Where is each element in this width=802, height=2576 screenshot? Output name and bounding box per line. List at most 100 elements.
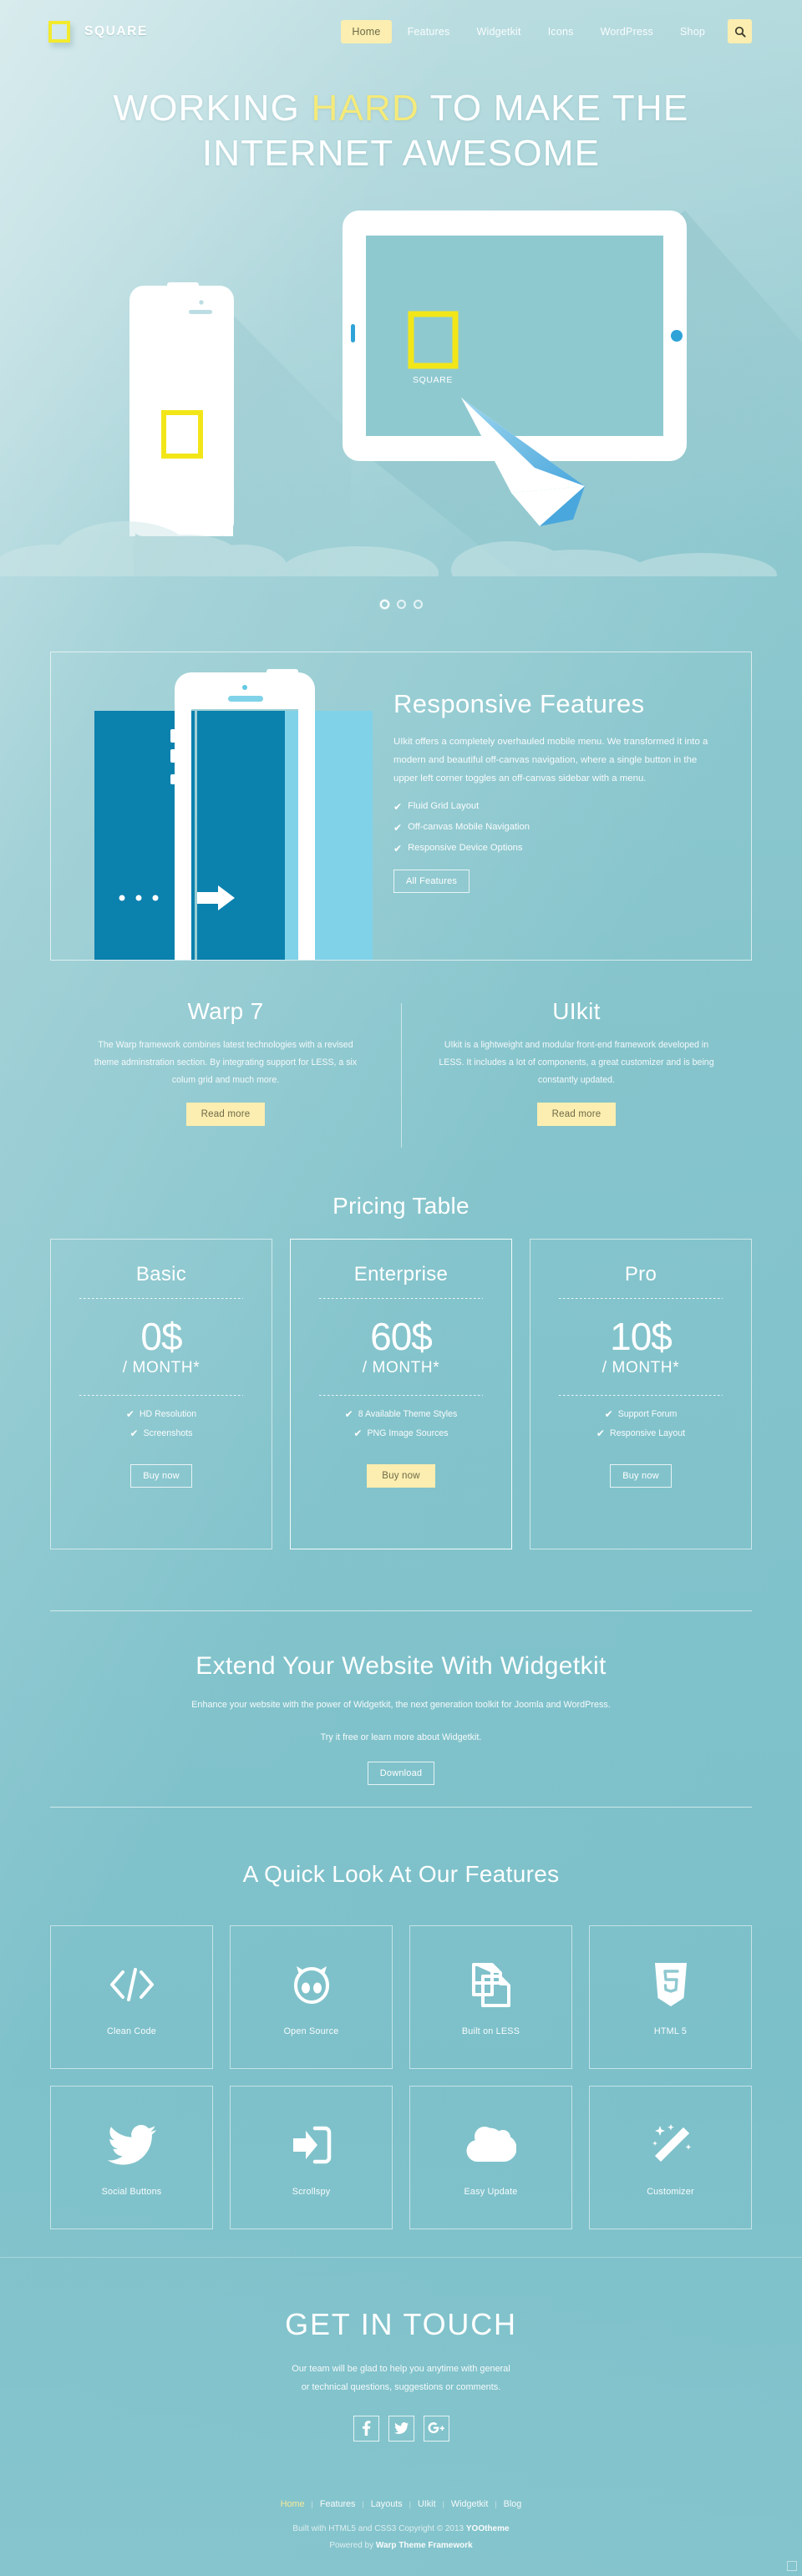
google-plus-icon xyxy=(428,2422,444,2434)
nav-item-shop[interactable]: Shop xyxy=(669,20,716,43)
responsive-feature-list: ✔ Fluid Grid Layout ✔ Off-canvas Mobile Na… xyxy=(393,800,718,854)
nav-item-wordpress[interactable]: WordPress xyxy=(590,20,664,43)
brand-name: SQUARE xyxy=(84,23,148,38)
buy-now-button-basic[interactable]: Buy now xyxy=(130,1463,192,1488)
pricing-table-title: Pricing Table xyxy=(332,1193,470,1219)
social-buttons xyxy=(0,2415,802,2442)
feature-label: Customizer xyxy=(647,2187,694,2197)
hero-line1-b: TO MAKE THE xyxy=(419,88,689,129)
two-column-section: Warp 7 The Warp framework combines lates… xyxy=(50,998,752,1153)
feature-label: Social Buttons xyxy=(101,2187,162,2197)
pricing-plan-basic: Basic 0$ / MONTH* ✔ HD Resolution ✔ Screen… xyxy=(50,1239,272,1549)
widgetkit-cta-section: Extend Your Website With Widgetkit Enhan… xyxy=(0,1652,802,1786)
check-icon: ✔ xyxy=(393,842,403,854)
list-item: ✔ Responsive Layout xyxy=(596,1428,685,1438)
nav-item-features[interactable]: Features xyxy=(397,20,461,43)
page-corner-marker xyxy=(787,2561,797,2571)
slider-dot-1[interactable] xyxy=(379,600,389,609)
plan-price: 10$ xyxy=(610,1315,673,1358)
responsive-features-panel: Responsive Features UIkit offers a compl… xyxy=(50,652,752,961)
get-in-touch-section: GET IN TOUCH Our team will be glad to he… xyxy=(0,2307,802,2442)
list-item: ✔ Off-canvas Mobile Navigation xyxy=(393,821,718,834)
feature-label: Responsive Layout xyxy=(609,1427,686,1438)
widgetkit-cta-line1: Enhance your website with the power of W… xyxy=(191,1700,611,1710)
feature-cell-social-buttons[interactable]: Social Buttons xyxy=(50,2086,213,2229)
plan-price: 60$ xyxy=(370,1315,433,1358)
pricing-table: Basic 0$ / MONTH* ✔ HD Resolution ✔ Screen… xyxy=(50,1239,752,1549)
feature-cell-scrollspy[interactable]: Scrollspy xyxy=(230,2086,393,2229)
twitter-button[interactable] xyxy=(388,2415,414,2442)
twitter-bird-icon xyxy=(107,2118,156,2172)
responsive-title: Responsive Features xyxy=(393,689,645,718)
all-features-button[interactable]: All Features xyxy=(393,869,470,893)
footer-link-layouts[interactable]: Layouts xyxy=(371,2499,403,2509)
divider-below-widgetkit xyxy=(50,1807,752,1808)
hero-slider-dots xyxy=(0,600,802,609)
check-icon: ✔ xyxy=(393,800,403,813)
check-icon: ✔ xyxy=(596,1427,605,1439)
cloud-icon xyxy=(466,2118,516,2172)
plan-divider-bottom xyxy=(559,1394,723,1396)
nav-item-home[interactable]: Home xyxy=(341,19,392,43)
hero-line1-accent: HARD xyxy=(311,88,419,129)
uikit-text: UIkit is a lightweight and modular front… xyxy=(439,1040,714,1086)
facebook-button[interactable] xyxy=(353,2415,379,2442)
list-item: ✔ Fluid Grid Layout xyxy=(393,800,718,813)
footer-link-home[interactable]: Home xyxy=(281,2499,305,2509)
hero-phone: SQUARE xyxy=(129,282,234,536)
list-item: ✔ 8 Available Theme Styles xyxy=(345,1409,458,1419)
footer-separator: | xyxy=(311,2500,313,2508)
list-item: ✔ Screenshots xyxy=(126,1428,196,1438)
plan-divider-bottom xyxy=(79,1394,243,1396)
footer-link-widgetkit[interactable]: Widgetkit xyxy=(451,2499,488,2509)
responsive-paragraph: UIkit offers a completely overhauled mob… xyxy=(393,737,708,784)
buy-now-button-pro[interactable]: Buy now xyxy=(610,1463,672,1488)
footer-link-features[interactable]: Features xyxy=(320,2499,356,2509)
brand-logo[interactable]: SQUARE xyxy=(48,20,148,43)
widgetkit-cta-line2: Try it free or learn more about Widgetki… xyxy=(320,1732,482,1743)
search-button[interactable] xyxy=(728,19,752,43)
plan-period: / MONTH* xyxy=(362,1358,440,1377)
feature-label: Support Forum xyxy=(617,1408,678,1419)
search-icon xyxy=(734,26,746,38)
warp7-read-more-button[interactable]: Read more xyxy=(185,1102,266,1126)
plan-feature-list: ✔ HD Resolution ✔ Screenshots xyxy=(126,1409,196,1448)
uikit-read-more-button[interactable]: Read more xyxy=(536,1102,617,1126)
plan-name: Basic xyxy=(135,1263,187,1285)
get-in-touch-line2: or technical questions, suggestions or c… xyxy=(301,2381,501,2392)
feature-cell-easy-update[interactable]: Easy Update xyxy=(409,2086,572,2229)
google-plus-button[interactable] xyxy=(423,2415,449,2442)
feature-label: PNG Image Sources xyxy=(367,1427,449,1438)
warp7-text: The Warp framework combines latest techn… xyxy=(94,1040,358,1086)
footer-link-uikit[interactable]: UIkit xyxy=(418,2499,436,2509)
plan-divider-top xyxy=(79,1298,243,1299)
download-button[interactable]: Download xyxy=(367,1762,435,1786)
slider-dot-2[interactable] xyxy=(396,600,406,609)
plan-divider-bottom xyxy=(319,1394,483,1396)
feature-cell-built-on-less[interactable]: Built on LESS xyxy=(409,1925,572,2069)
feature-cell-customizer[interactable]: Customizer xyxy=(589,2086,752,2229)
site-header: SQUARE Home Features Widgetkit Icons Wor… xyxy=(0,0,802,63)
feature-label: Fluid Grid Layout xyxy=(408,801,480,812)
arrow-into-box-icon xyxy=(290,2118,333,2172)
check-icon: ✔ xyxy=(344,1407,353,1420)
slider-dot-3[interactable] xyxy=(413,600,423,609)
feature-label: Responsive Device Options xyxy=(408,843,523,854)
check-icon: ✔ xyxy=(129,1427,139,1439)
column-uikit: UIkit UIkit is a lightweight and modular… xyxy=(401,998,752,1153)
footer-copyright: Built with HTML5 and CSS3 Copyright © 20… xyxy=(0,2521,802,2553)
hero-tablet: SQUARE xyxy=(343,210,687,461)
check-icon: ✔ xyxy=(393,821,403,834)
nav-item-widgetkit[interactable]: Widgetkit xyxy=(466,20,532,43)
nav-item-icons[interactable]: Icons xyxy=(537,20,585,43)
feature-cell-html5[interactable]: HTML 5 xyxy=(589,1925,752,2069)
widgetkit-cta-title: Extend Your Website With Widgetkit xyxy=(195,1652,607,1680)
buy-now-button-enterprise[interactable]: Buy now xyxy=(367,1463,435,1488)
feature-cell-clean-code[interactable]: Clean Code xyxy=(50,1925,213,2069)
feature-label: Off-canvas Mobile Navigation xyxy=(408,822,530,833)
footer-separator: | xyxy=(362,2500,364,2508)
pricing-plan-enterprise: Enterprise 60$ / MONTH* ✔ 8 Available The… xyxy=(290,1239,512,1549)
feature-cell-open-source[interactable]: Open Source xyxy=(230,1925,393,2069)
list-item: ✔ Responsive Device Options xyxy=(393,842,718,854)
footer-link-blog[interactable]: Blog xyxy=(504,2499,522,2509)
